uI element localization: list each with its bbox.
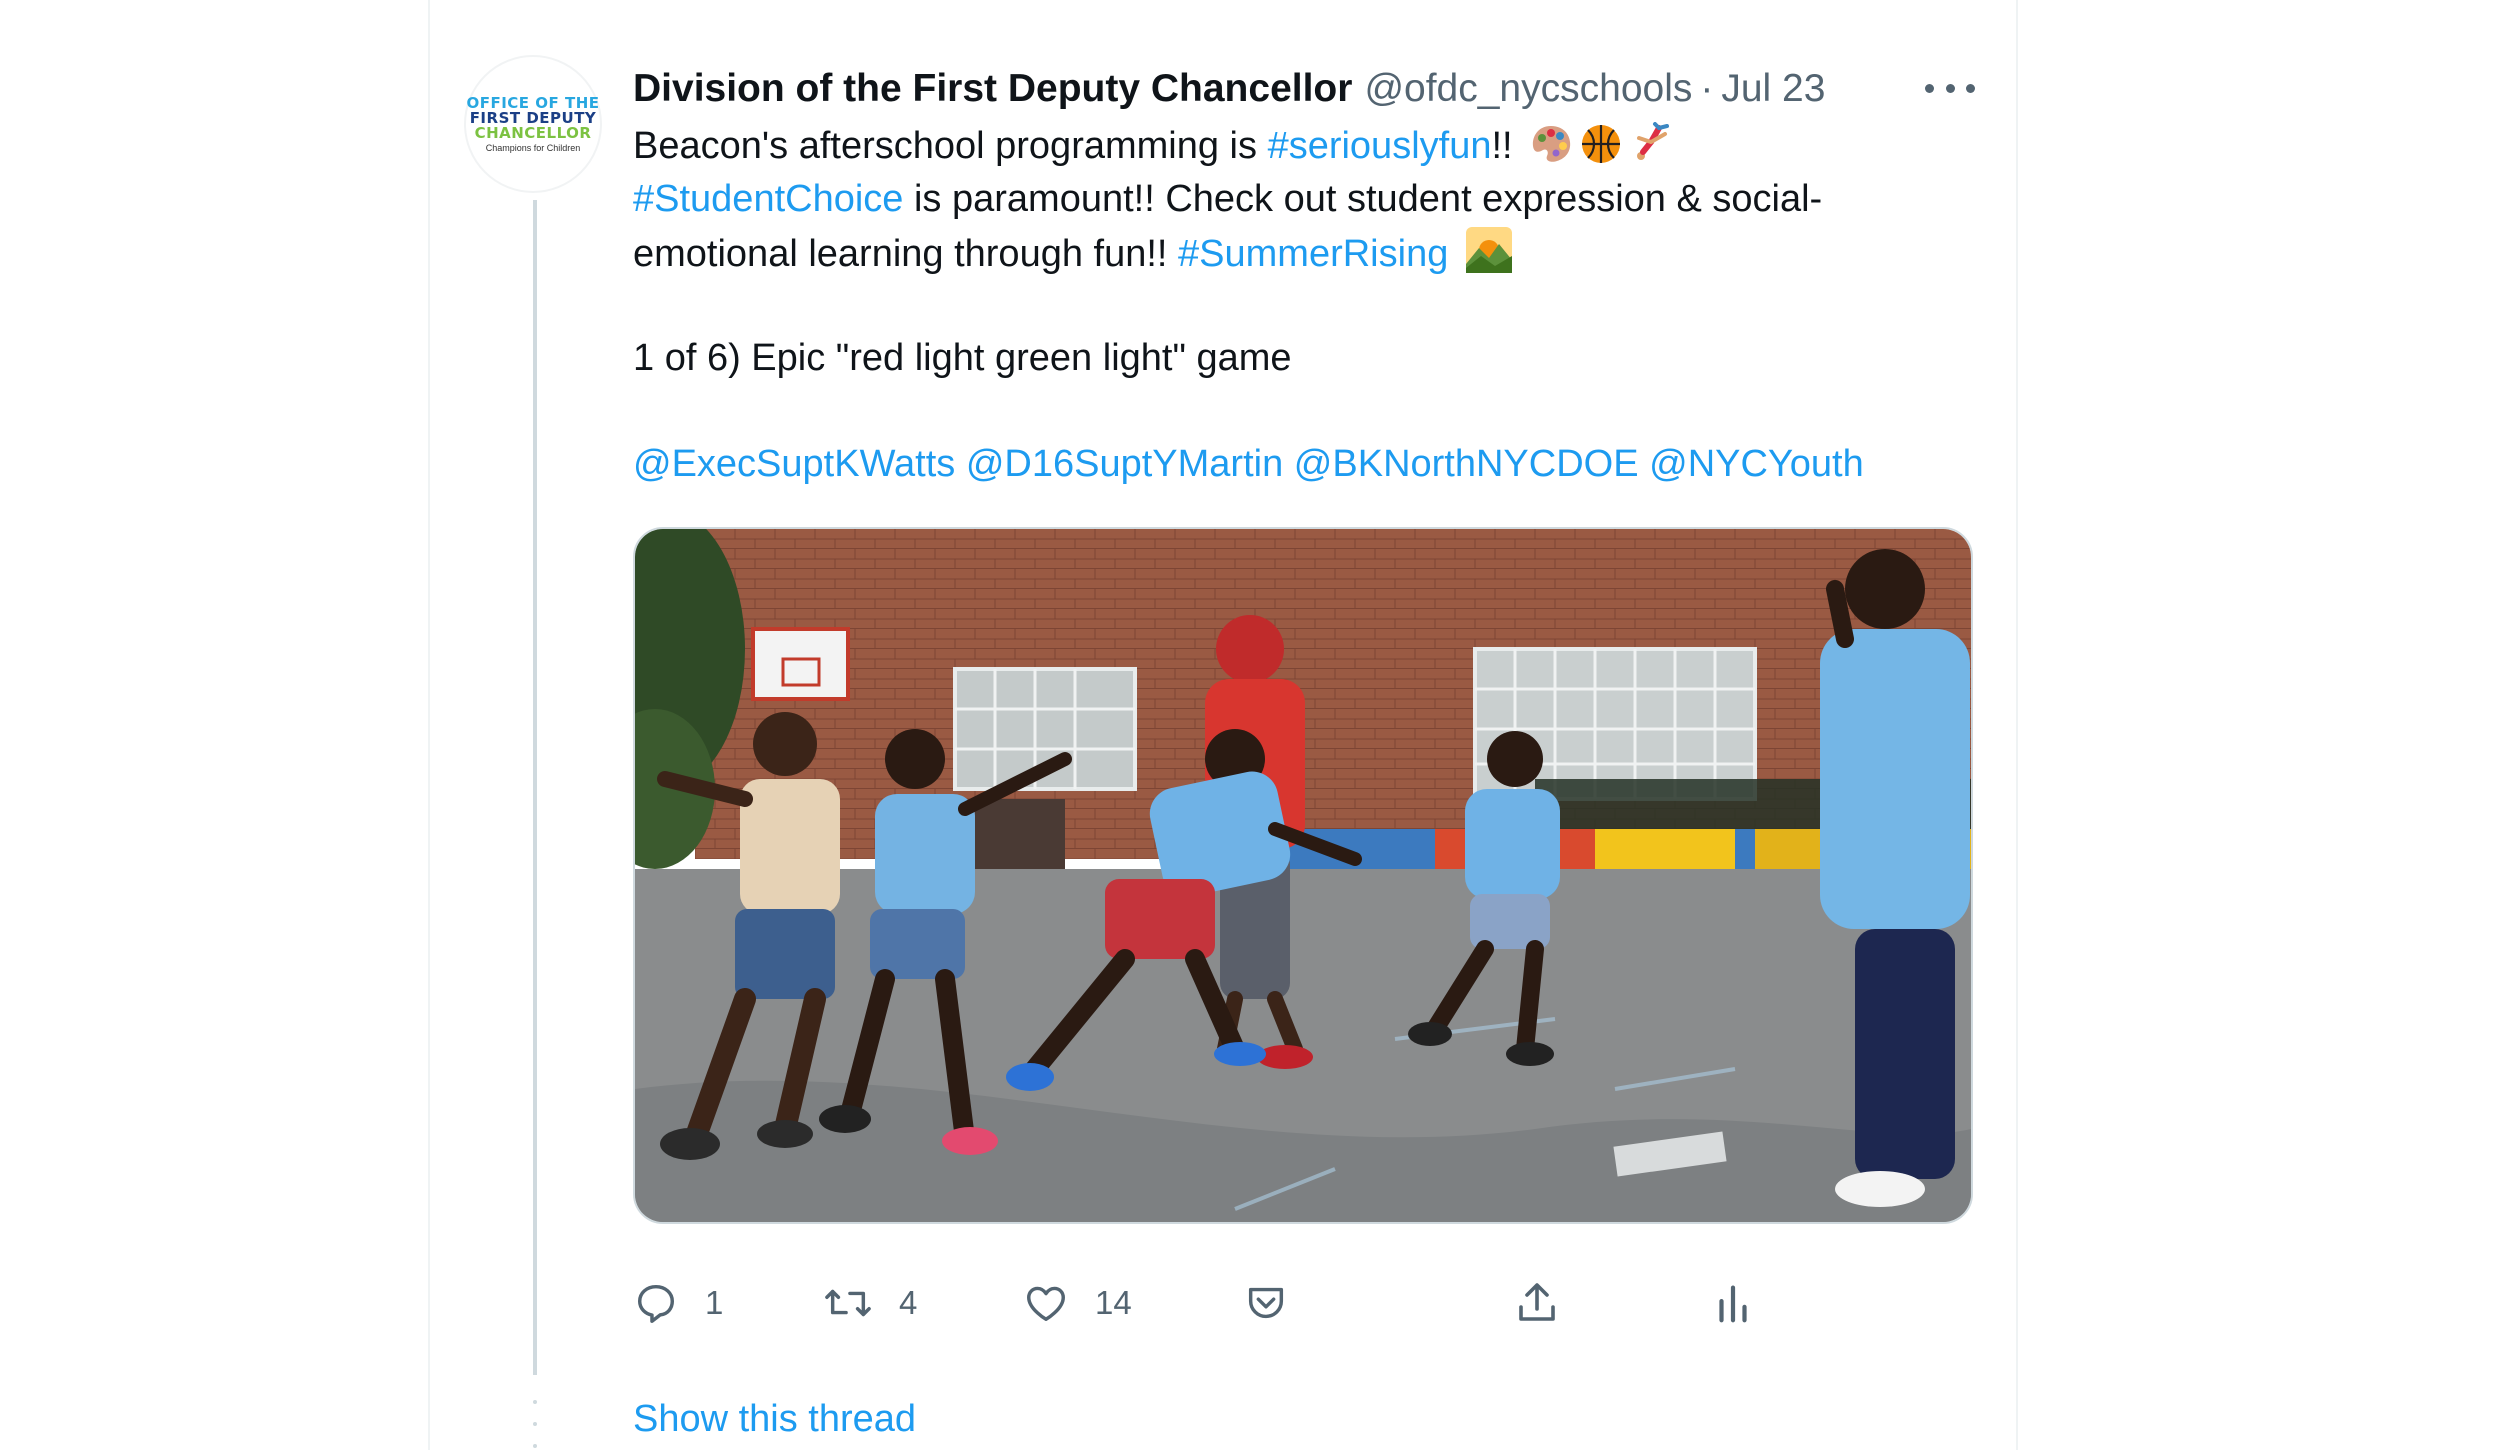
- tweet-date[interactable]: Jul 23: [1721, 67, 1825, 111]
- thread-line: [533, 200, 537, 1375]
- tweet-mentions: @ExecSuptKWatts @D16SuptYMartin @BKNorth…: [633, 438, 1973, 491]
- avatar-line-4: Champions for Children: [485, 142, 581, 153]
- photo-of-children-playing-red-light-green-light: [635, 529, 1971, 1222]
- tweet-actions: 1 4 14: [633, 1268, 1973, 1338]
- tweet-text: Beacon's afterschool programming is #ser…: [633, 120, 1973, 491]
- show-thread-link[interactable]: Show this thread: [633, 1398, 916, 1441]
- hashtag-studentchoice[interactable]: #StudentChoice: [633, 178, 903, 220]
- retweet-button[interactable]: 4: [823, 1268, 917, 1338]
- hashtag-seriouslyfun[interactable]: #seriouslyfun: [1268, 125, 1492, 167]
- analytics-button[interactable]: [1713, 1268, 1753, 1338]
- avatar-line-3: CHANCELLOR: [474, 123, 592, 142]
- tweet-photo[interactable]: [633, 527, 1973, 1224]
- author-name[interactable]: Division of the First Deputy Chancellor: [633, 67, 1352, 111]
- text-segment: emotional learning through fun!!: [633, 233, 1179, 275]
- like-button[interactable]: 14: [1023, 1268, 1132, 1338]
- mention-d16suptymartin[interactable]: @D16SuptYMartin: [966, 443, 1283, 485]
- author-handle[interactable]: @ofdc_nycschools: [1364, 67, 1692, 111]
- retweet-icon: [823, 1280, 873, 1326]
- pocket-save-button[interactable]: [1243, 1268, 1289, 1338]
- tweet-line-1: Beacon's afterschool programming is #ser…: [633, 120, 1973, 173]
- text-segment: !!: [1491, 125, 1513, 167]
- share-icon: [1513, 1279, 1561, 1327]
- hashtag-summerrising[interactable]: #SummerRising: [1178, 233, 1448, 275]
- heart-icon: [1023, 1280, 1069, 1326]
- mention-execsuptkwatts[interactable]: @ExecSuptKWatts: [633, 443, 955, 485]
- more-options-icon[interactable]: [1925, 70, 1975, 106]
- thread-continuation-dots: [532, 1400, 538, 1448]
- like-count: 14: [1095, 1284, 1132, 1321]
- reply-count: 1: [705, 1284, 724, 1321]
- analytics-icon: [1713, 1280, 1753, 1326]
- avatar[interactable]: OFFICE OF THE FIRST DEPUTY CHANCELLOR Ch…: [464, 55, 602, 193]
- sunrise-over-mountains-emoji: [1465, 226, 1513, 289]
- pocket-icon: [1243, 1280, 1289, 1326]
- text-segment: Beacon's afterschool programming is: [633, 125, 1268, 167]
- retweet-count: 4: [899, 1284, 918, 1321]
- header-separator: ·: [1700, 67, 1714, 110]
- tweet-header: Division of the First Deputy Chancellor …: [633, 62, 1825, 116]
- text-segment: 1 of 6) Epic "red light green light" gam…: [633, 337, 1292, 379]
- tweet-line-2: #StudentChoice is paramount!! Check out …: [633, 173, 1973, 226]
- mention-nycyouth[interactable]: @NYCYouth: [1649, 443, 1864, 485]
- reply-button[interactable]: 1: [633, 1268, 723, 1338]
- mention-bknorthnycdoe[interactable]: @BKNorthNYCDOE: [1294, 443, 1639, 485]
- text-segment: is paramount!! Check out student express…: [903, 178, 1823, 220]
- tweet-line-3: emotional learning through fun!! #Summer…: [633, 226, 1973, 279]
- tweet-line-4: 1 of 6) Epic "red light green light" gam…: [633, 332, 1973, 385]
- reply-icon: [633, 1280, 679, 1326]
- share-button[interactable]: [1513, 1268, 1561, 1338]
